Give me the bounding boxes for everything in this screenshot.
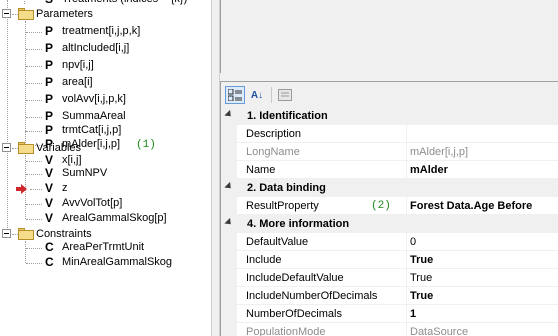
tree-item-treatment[interactable]: treatment[i,j,p,k] — [62, 23, 140, 40]
parameter-icon: P — [45, 58, 54, 72]
folder-icon — [18, 142, 34, 154]
property-row-include[interactable]: Include True — [221, 251, 558, 269]
tree-item-minarealgammalskog[interactable]: MinArealGammalSkog — [62, 254, 172, 271]
property-row-name[interactable]: Name mAlder — [221, 161, 558, 179]
parameter-icon: P — [45, 24, 54, 38]
tree-item-area[interactable]: area[i] — [62, 74, 93, 91]
property-value[interactable]: True — [407, 287, 558, 305]
variable-icon: V — [45, 211, 54, 225]
folder-icon — [18, 8, 34, 20]
property-value[interactable]: mAlder[i,j,p] — [407, 143, 558, 161]
tree-connector — [26, 100, 42, 101]
category-data-binding[interactable]: 2. Data binding — [221, 179, 558, 197]
collapse-parameters-toggle[interactable] — [2, 9, 11, 18]
categorized-view-button[interactable] — [225, 86, 245, 104]
property-name[interactable]: IncludeDefaultValue — [237, 269, 407, 287]
panel-splitter[interactable] — [220, 73, 558, 81]
property-row-populationmode[interactable]: PopulationMode DataSource — [221, 323, 558, 336]
category-label: 2. Data binding — [247, 182, 326, 194]
tree-item-arealgammalskog[interactable]: ArealGammalSkog[p] — [62, 210, 167, 227]
tree-group-parameters[interactable]: Parameters — [36, 6, 93, 23]
property-value[interactable]: DataSource — [407, 323, 558, 336]
tree-item-npv[interactable]: npv[i,j] — [62, 57, 94, 74]
constraint-icon: C — [45, 255, 54, 269]
property-row-defaultvalue[interactable]: DefaultValue 0 — [221, 233, 558, 251]
collapse-variables-toggle[interactable] — [2, 143, 11, 152]
property-name[interactable]: LongName — [237, 143, 407, 161]
property-value[interactable]: mAlder — [407, 161, 558, 179]
objective-arrow-icon — [16, 184, 27, 194]
model-tree: S Treatments (indices = {k}) Parameters … — [0, 0, 211, 336]
tree-connector — [26, 219, 42, 220]
property-row-longname[interactable]: LongName mAlder[i,j,p] — [221, 143, 558, 161]
property-name[interactable]: IncludeNumberOfDecimals — [237, 287, 407, 305]
category-label: 1. Identification — [247, 110, 328, 122]
category-more-information[interactable]: 4. More information — [221, 215, 558, 233]
tree-item-altincluded[interactable]: altIncluded[i,j] — [62, 40, 129, 57]
property-grid: A↓ 1. Identification Description LongNam… — [220, 81, 558, 336]
tree-connector — [26, 32, 42, 33]
collapse-category-icon[interactable] — [224, 109, 234, 120]
folder-icon — [18, 228, 34, 240]
tree-connector — [26, 161, 42, 162]
property-name[interactable]: NumberOfDecimals — [237, 305, 407, 323]
annotation-marker-2: (2) — [371, 200, 391, 212]
property-row-includenumberofdecimals[interactable]: IncludeNumberOfDecimals True — [221, 287, 558, 305]
tree-connector — [26, 248, 42, 249]
property-value[interactable]: True — [407, 269, 558, 287]
collapse-category-icon[interactable] — [224, 217, 234, 228]
tree-connector — [26, 131, 42, 132]
property-row-description[interactable]: Description — [221, 125, 558, 143]
parameter-icon: P — [45, 92, 54, 106]
property-name[interactable]: PopulationMode — [237, 323, 407, 336]
property-name[interactable]: Description — [237, 125, 407, 143]
tree-connector — [30, 189, 42, 190]
tree-connector — [26, 66, 42, 67]
tree-connector — [7, 0, 8, 236]
collapse-category-icon[interactable] — [224, 181, 234, 192]
property-value[interactable]: True — [407, 251, 558, 269]
property-row-resultproperty[interactable]: ResultProperty (2) Forest Data.Age Befor… — [221, 197, 558, 215]
property-name[interactable]: Name — [237, 161, 407, 179]
property-row-numberofdecimals[interactable]: NumberOfDecimals 1 — [221, 305, 558, 323]
collapse-constraints-toggle[interactable] — [2, 229, 11, 238]
tree-item-sumnpv[interactable]: SumNPV — [62, 165, 107, 182]
property-name[interactable]: DefaultValue — [237, 233, 407, 251]
property-value[interactable]: Forest Data.Age Before — [407, 197, 558, 215]
tree-connector — [26, 117, 42, 118]
annotation-marker-1: (1) — [136, 139, 156, 151]
tree-item-volavv[interactable]: volAvv[i,j,p,k] — [62, 91, 126, 108]
toolbar-separator — [271, 87, 272, 103]
parameter-icon: P — [45, 75, 54, 89]
tree-connector — [25, 241, 26, 263]
property-row-includedefaultvalue[interactable]: IncludeDefaultValue True — [221, 269, 558, 287]
alphabetical-sort-button[interactable]: A↓ — [247, 86, 267, 104]
property-value[interactable] — [407, 125, 558, 143]
tree-connector — [26, 174, 42, 175]
tree-connector — [26, 204, 42, 205]
parameter-icon: P — [45, 41, 54, 55]
property-pages-icon — [278, 89, 292, 101]
tree-connector — [26, 49, 42, 50]
alphabetical-sort-icon: A↓ — [250, 89, 264, 101]
tree-connector — [26, 263, 42, 264]
property-pages-button[interactable] — [275, 86, 295, 104]
pane-splitter[interactable] — [211, 0, 220, 336]
top-panel — [220, 0, 558, 73]
tree-connector — [25, 21, 26, 131]
category-identification[interactable]: 1. Identification — [221, 107, 558, 125]
categorized-icon — [228, 89, 242, 101]
tree-connector — [24, 0, 25, 4]
category-label: 4. More information — [247, 218, 350, 230]
tree-connector — [26, 83, 42, 84]
property-name[interactable]: Include — [237, 251, 407, 269]
property-grid-toolbar: A↓ — [221, 82, 558, 107]
property-value[interactable]: 0 — [407, 233, 558, 251]
property-value[interactable]: 1 — [407, 305, 558, 323]
